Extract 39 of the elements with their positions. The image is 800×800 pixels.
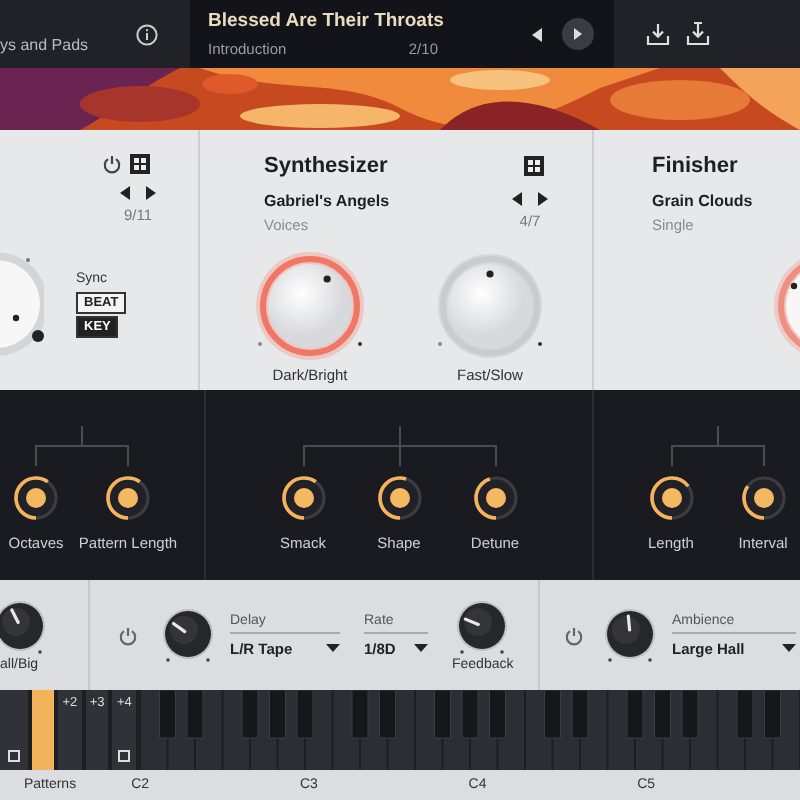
caret-icon: [414, 644, 428, 652]
knob[interactable]: [471, 474, 519, 522]
previous-arrow-icon[interactable]: [532, 27, 542, 41]
knob[interactable]: [375, 474, 423, 522]
info-icon[interactable]: [136, 23, 158, 45]
caret-icon: [782, 644, 796, 652]
square-icon: [118, 750, 131, 762]
knob[interactable]: [0, 598, 48, 658]
grid-icon[interactable]: [524, 156, 544, 176]
grid-icon[interactable]: [130, 154, 150, 174]
next-arrow-icon[interactable]: [538, 192, 548, 206]
knob[interactable]: [452, 598, 513, 658]
pattern-pad[interactable]: [31, 690, 55, 770]
knob[interactable]: [600, 605, 660, 665]
caret-icon: [326, 644, 340, 652]
knob[interactable]: [647, 474, 695, 522]
preset-category[interactable]: ys and Pads: [0, 36, 89, 54]
power-icon[interactable]: [118, 625, 138, 645]
next-button[interactable]: [562, 18, 594, 50]
knob[interactable]: [739, 474, 787, 522]
download-icon[interactable]: [646, 22, 670, 46]
module-title: Synthesizer: [264, 154, 388, 178]
module-title: Finisher: [652, 154, 740, 178]
knob[interactable]: [158, 605, 218, 665]
previous-arrow-icon[interactable]: [120, 186, 130, 200]
knob[interactable]: [279, 474, 327, 522]
download-icon[interactable]: [686, 22, 710, 46]
knob[interactable]: [12, 474, 60, 522]
pattern-pad[interactable]: [0, 690, 28, 770]
preset-name[interactable]: Gabriel's Angels: [264, 192, 390, 210]
square-icon: [7, 750, 20, 762]
previous-arrow-icon[interactable]: [512, 192, 522, 206]
knob[interactable]: [104, 474, 152, 522]
next-arrow-icon[interactable]: [146, 186, 156, 200]
preset-name[interactable]: Grain Clouds: [652, 192, 800, 210]
play-icon: [574, 28, 582, 40]
song-title: Blessed Are Their Throats: [208, 10, 438, 32]
power-icon[interactable]: [564, 625, 584, 645]
power-icon[interactable]: [102, 154, 122, 174]
